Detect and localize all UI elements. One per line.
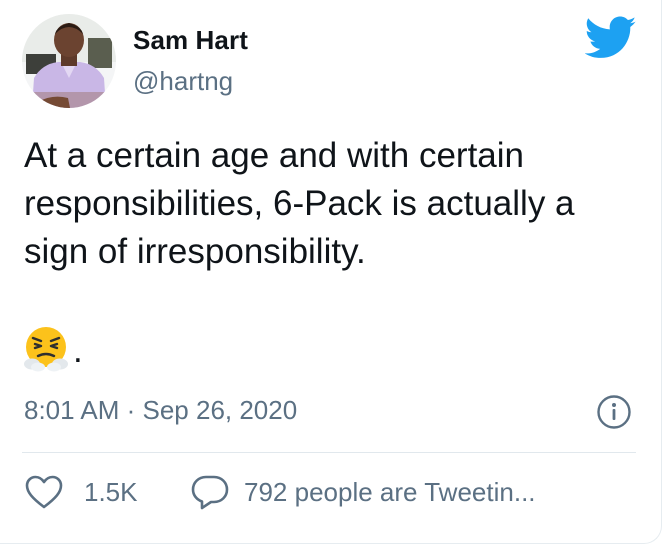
info-icon[interactable] [596, 394, 632, 430]
emoji-suffix: . [73, 331, 83, 370]
speech-bubble-icon [191, 475, 229, 510]
twitter-bird-icon[interactable] [584, 16, 637, 60]
tweet-text: At a certain age and with certain respon… [24, 136, 575, 271]
avatar-photo [22, 14, 116, 108]
divider [22, 452, 636, 453]
like-count: 1.5K [84, 476, 138, 507]
author-name[interactable]: Sam Hart [133, 25, 248, 56]
author-avatar[interactable] [22, 14, 116, 108]
like-button[interactable]: 1.5K [24, 474, 138, 510]
reply-button[interactable]: 792 people are Tweetin... [190, 474, 536, 510]
tweet-card: Sam Hart @hartng At a certain age and wi… [0, 0, 662, 544]
heart-icon [25, 475, 63, 509]
reply-label: 792 people are Tweetin... [244, 476, 536, 507]
author-handle[interactable]: @hartng [133, 66, 233, 97]
tweet-timestamp[interactable]: 8:01 AM · Sep 26, 2020 [24, 395, 297, 426]
face-with-steam-from-nose-emoji [24, 327, 68, 372]
tweet-emoji-line: . [24, 326, 83, 372]
